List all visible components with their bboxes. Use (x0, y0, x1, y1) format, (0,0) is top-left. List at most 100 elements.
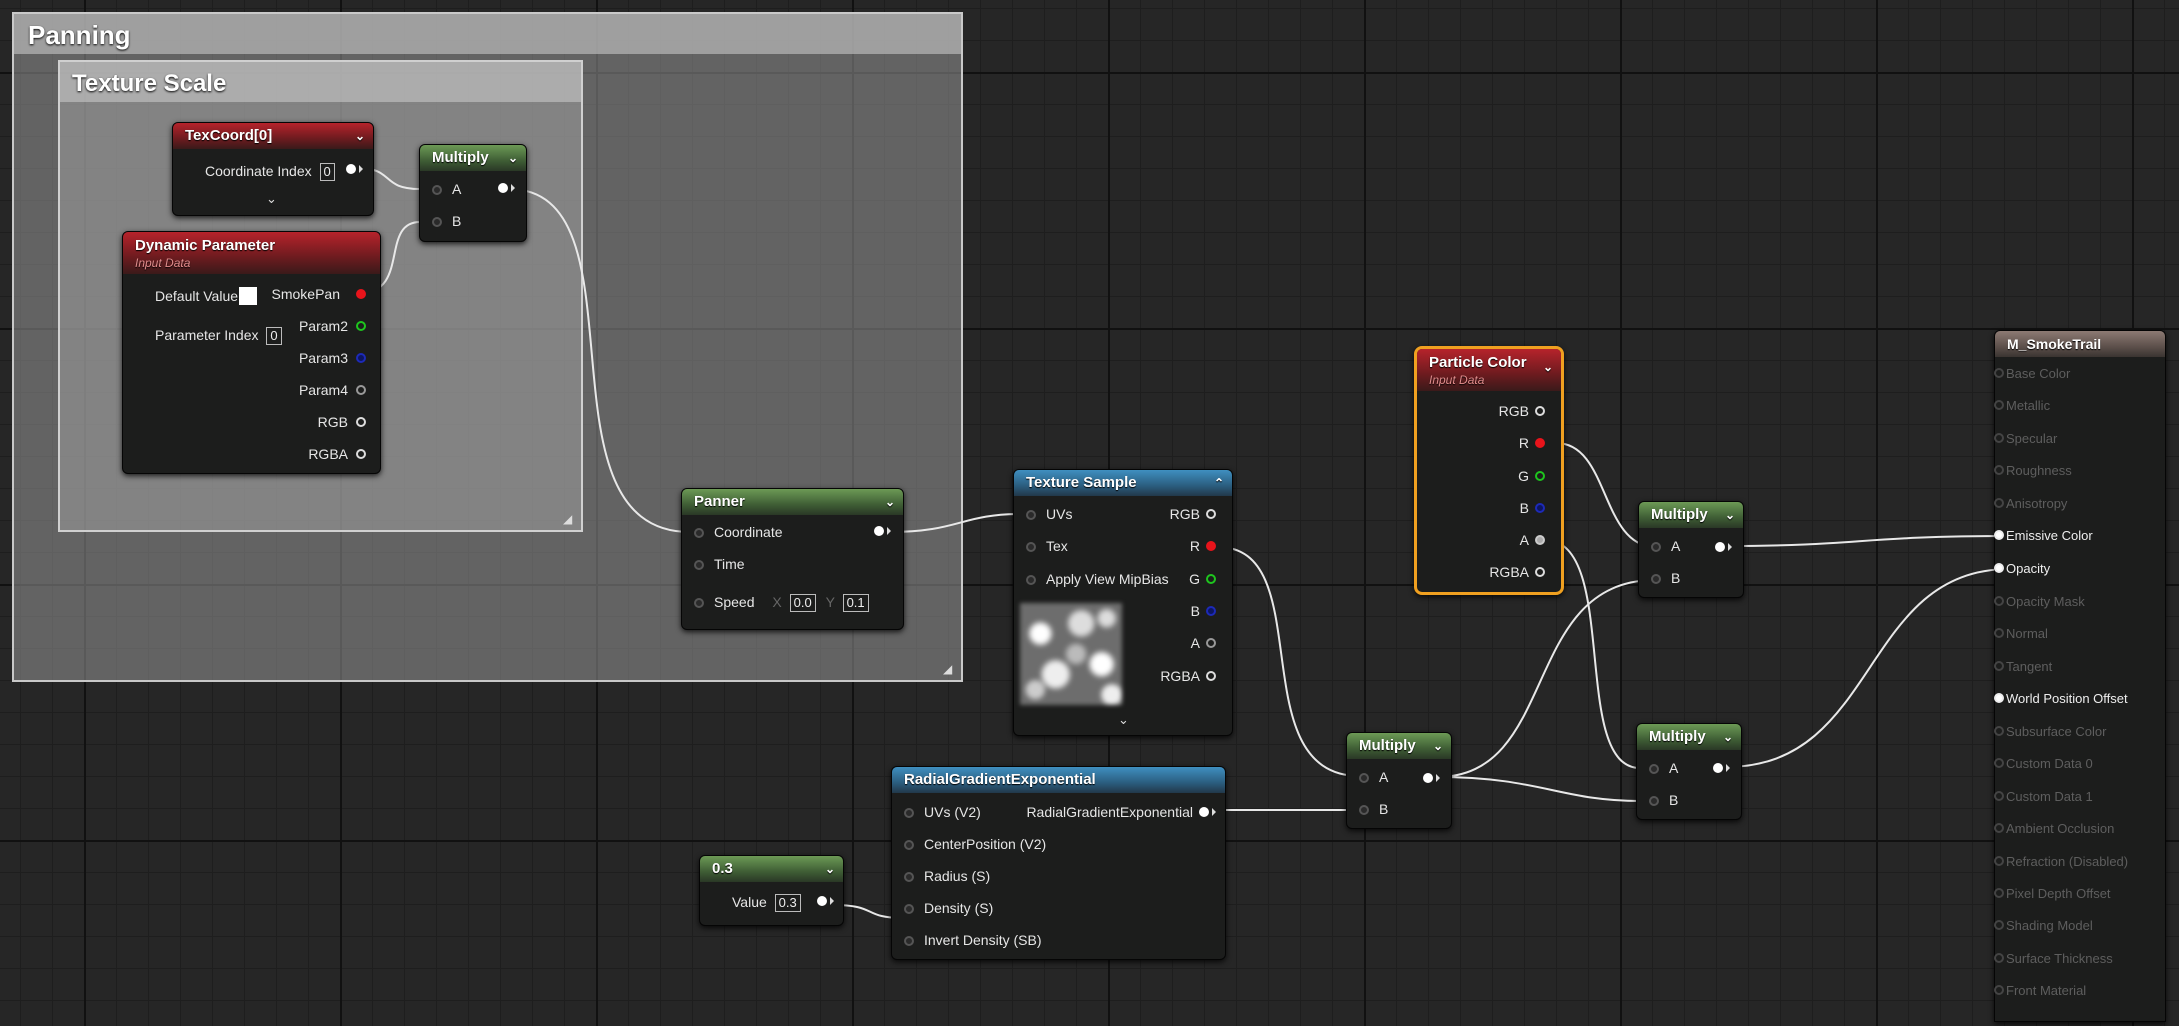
particle-color-header[interactable]: Particle Color ⌄ Input Data (1417, 349, 1561, 391)
output-pin-param2[interactable] (356, 321, 366, 331)
output-pin-smokepan[interactable] (356, 289, 366, 299)
multiply-input-b-pin[interactable] (1359, 805, 1369, 815)
material-input-pin[interactable] (1994, 661, 2004, 671)
material-input-opacity-mask[interactable]: Opacity Mask (1994, 594, 2085, 609)
material-input-pin[interactable] (1994, 823, 2004, 833)
material-input-pin[interactable] (1994, 888, 2004, 898)
texcoord-header[interactable]: TexCoord[0] ⌄ (173, 123, 373, 149)
multiply-input-a-pin[interactable] (1359, 773, 1369, 783)
material-input-subsurface-color[interactable]: Subsurface Color (1994, 724, 2106, 739)
panner-node[interactable]: Panner ⌄ Coordinate Time Speed X 0.0 Y 0… (681, 488, 904, 630)
dynamic-parameter-header[interactable]: Dynamic Parameter Input Data (123, 232, 380, 274)
material-input-pin[interactable] (1994, 726, 2004, 736)
chevron-down-icon[interactable]: ⌄ (885, 489, 895, 515)
material-input-emissive-color[interactable]: Emissive Color (1994, 528, 2093, 543)
material-input-pin[interactable] (1994, 498, 2004, 508)
constant-header[interactable]: 0.3 ⌄ (700, 856, 843, 882)
radial-density-pin[interactable] (904, 904, 914, 914)
material-input-pin[interactable] (1994, 953, 2004, 963)
coordinate-index-field[interactable]: 0 (319, 163, 335, 181)
multiply-input-a-pin[interactable] (1649, 764, 1659, 774)
radial-gradient-header[interactable]: RadialGradientExponential (892, 767, 1225, 793)
panner-coordinate-pin[interactable] (694, 528, 704, 538)
material-input-pin[interactable] (1994, 530, 2004, 540)
material-input-tangent[interactable]: Tangent (1994, 659, 2052, 674)
material-input-roughness[interactable]: Roughness (1994, 463, 2072, 478)
multiply-input-b-pin[interactable] (1651, 574, 1661, 584)
output-pin-param4[interactable] (356, 385, 366, 395)
texture-sample-b-pin[interactable] (1206, 606, 1216, 616)
texcoord-node[interactable]: TexCoord[0] ⌄ Coordinate Index 0 ⌄ (172, 122, 374, 216)
radial-gradient-node[interactable]: RadialGradientExponential UVs (V2) Cente… (891, 766, 1226, 960)
chevron-down-icon[interactable]: ⌄ (355, 123, 365, 149)
multiply-output-pin[interactable] (1423, 773, 1433, 783)
radial-invert-pin[interactable] (904, 936, 914, 946)
material-input-pin[interactable] (1994, 596, 2004, 606)
material-input-pin[interactable] (1994, 400, 2004, 410)
multiply-input-a-pin[interactable] (432, 185, 442, 195)
chevron-down-icon[interactable]: ⌄ (1543, 357, 1553, 377)
multiply-header[interactable]: Multiply ⌄ (1639, 502, 1743, 528)
material-input-pin[interactable] (1994, 693, 2004, 703)
output-pin-rgb[interactable] (356, 417, 366, 427)
particle-color-rgb-pin[interactable] (1535, 406, 1545, 416)
multiply-output-pin[interactable] (1713, 763, 1723, 773)
multiply-input-a-pin[interactable] (1651, 542, 1661, 552)
material-input-shading-model[interactable]: Shading Model (1994, 918, 2093, 933)
material-input-metallic[interactable]: Metallic (1994, 398, 2050, 413)
texture-sample-mipbias-pin[interactable] (1026, 575, 1036, 585)
dynamic-parameter-node[interactable]: Dynamic Parameter Input Data Default Val… (122, 231, 381, 474)
chevron-down-icon[interactable]: ⌄ (1725, 502, 1735, 528)
material-input-anisotropy[interactable]: Anisotropy (1994, 496, 2067, 511)
chevron-down-icon[interactable]: ⌄ (1118, 712, 1129, 728)
multiply-output-pin[interactable] (498, 183, 508, 193)
multiply-node-top[interactable]: Multiply ⌄ A B (419, 144, 527, 242)
texture-sample-g-pin[interactable] (1206, 574, 1216, 584)
output-pin-param3[interactable] (356, 353, 366, 363)
multiply-header[interactable]: Multiply ⌄ (1347, 733, 1451, 759)
material-input-pixel-depth-offset[interactable]: Pixel Depth Offset (1994, 886, 2111, 901)
chevron-down-icon[interactable]: ⌄ (508, 145, 518, 171)
chevron-down-icon[interactable]: ⌄ (1433, 733, 1443, 759)
radial-output-pin[interactable] (1199, 807, 1209, 817)
material-input-pin[interactable] (1994, 758, 2004, 768)
chevron-down-icon[interactable]: ⌄ (1723, 724, 1733, 750)
texture-sample-header[interactable]: Texture Sample ⌃ (1014, 470, 1232, 496)
texture-sample-rgba-pin[interactable] (1206, 671, 1216, 681)
material-input-pin[interactable] (1994, 856, 2004, 866)
resize-grip-icon[interactable]: ◢ (563, 512, 577, 526)
material-input-front-material[interactable]: Front Material (1994, 983, 2086, 998)
material-input-pin[interactable] (1994, 985, 2004, 995)
material-input-pin[interactable] (1994, 628, 2004, 638)
material-input-pin[interactable] (1994, 791, 2004, 801)
output-pin-rgba[interactable] (356, 449, 366, 459)
multiply-header[interactable]: Multiply ⌄ (1637, 724, 1741, 750)
material-input-pin[interactable] (1994, 563, 2004, 573)
material-input-world-position-offset[interactable]: World Position Offset (1994, 691, 2128, 706)
material-input-surface-thickness[interactable]: Surface Thickness (1994, 951, 2113, 966)
texture-sample-node[interactable]: Texture Sample ⌃ UVs Tex Apply View MipB… (1013, 469, 1233, 736)
multiply-header[interactable]: Multiply ⌄ (420, 145, 526, 171)
chevron-up-icon[interactable]: ⌃ (1214, 470, 1224, 496)
chevron-down-icon[interactable]: ⌄ (825, 856, 835, 882)
material-input-opacity[interactable]: Opacity (1994, 561, 2050, 576)
material-input-specular[interactable]: Specular (1994, 431, 2057, 446)
material-input-pin[interactable] (1994, 465, 2004, 475)
resize-grip-icon[interactable]: ◢ (943, 662, 957, 676)
particle-color-node[interactable]: Particle Color ⌄ Input Data RGB R G B A … (1414, 346, 1564, 595)
particle-color-b-pin[interactable] (1535, 503, 1545, 513)
multiply-input-b-pin[interactable] (432, 217, 442, 227)
material-input-ambient-occlusion[interactable]: Ambient Occlusion (1994, 821, 2114, 836)
parameter-index-field[interactable]: 0 (266, 327, 282, 345)
radial-radius-pin[interactable] (904, 872, 914, 882)
texture-sample-uvs-pin[interactable] (1026, 510, 1036, 520)
texture-sample-tex-pin[interactable] (1026, 542, 1036, 552)
particle-color-g-pin[interactable] (1535, 471, 1545, 481)
constant-value-field[interactable]: 0.3 (774, 894, 801, 912)
texcoord-output-pin[interactable] (346, 164, 356, 174)
material-result-header[interactable]: M_SmokeTrail (1995, 331, 2165, 357)
speed-y-field[interactable]: 0.1 (842, 594, 869, 612)
default-value-swatch[interactable] (239, 287, 257, 305)
multiply-node-right-top[interactable]: Multiply ⌄ A B (1638, 501, 1744, 598)
panner-speed-pin[interactable] (694, 598, 704, 608)
